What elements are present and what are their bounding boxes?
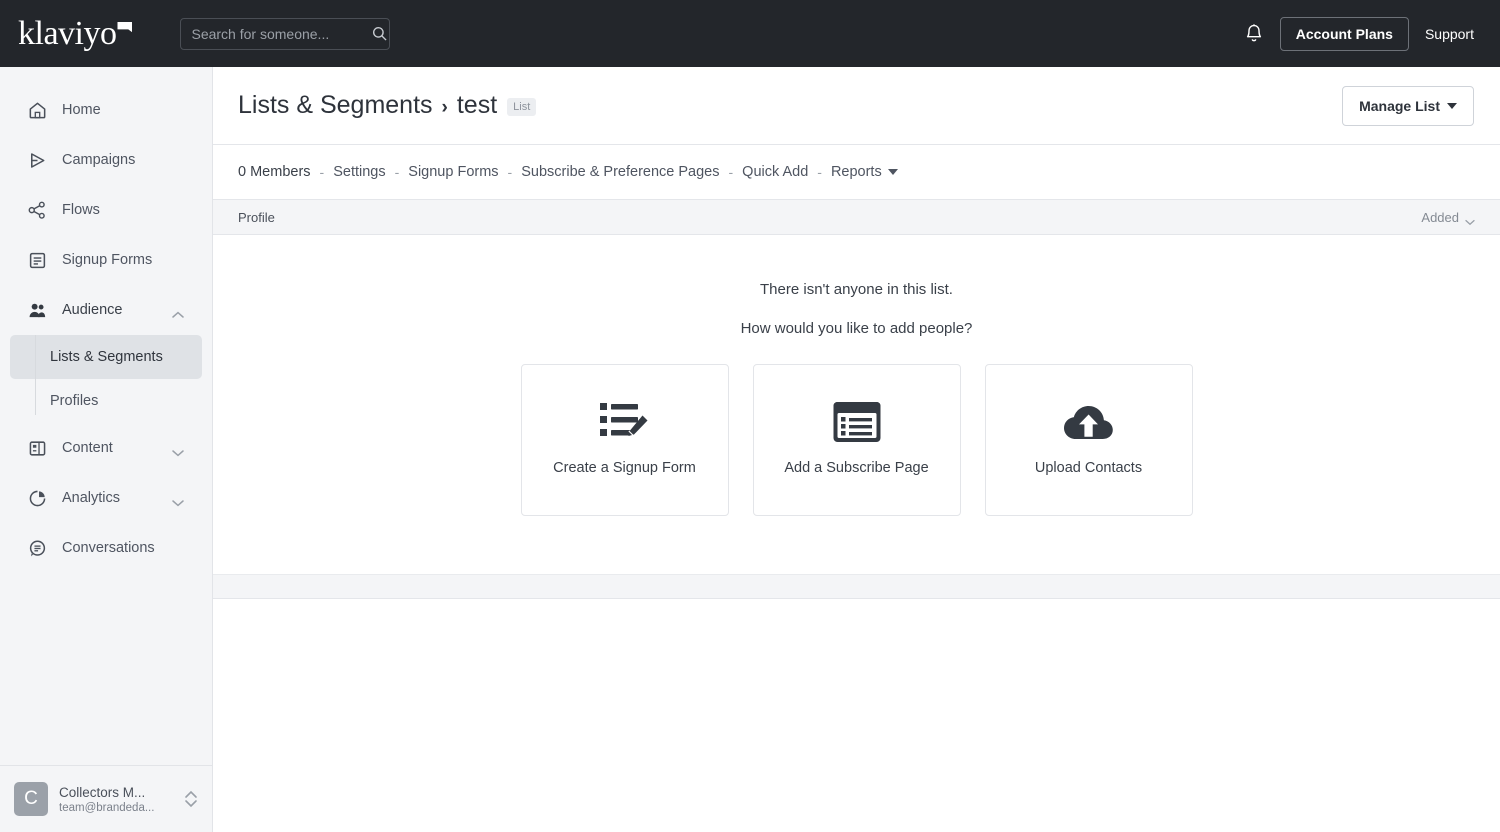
card-label: Add a Subscribe Page xyxy=(784,460,929,476)
sidebar-item-flows[interactable]: Flows xyxy=(0,185,212,235)
notification-bell-icon[interactable] xyxy=(1244,23,1264,45)
tab-separator: - xyxy=(319,164,325,180)
sidebar-item-lists-segments[interactable]: Lists & Segments xyxy=(10,335,202,379)
sidebar-item-home[interactable]: Home xyxy=(0,85,212,135)
search-icon xyxy=(372,26,388,41)
sidebar-item-campaigns[interactable]: Campaigns xyxy=(0,135,212,185)
campaigns-send-icon xyxy=(26,149,48,171)
analytics-pie-icon xyxy=(26,487,48,509)
tab-separator: - xyxy=(394,164,400,180)
cloud-upload-icon xyxy=(1061,398,1117,446)
sidebar-item-label: Home xyxy=(62,102,101,118)
card-label: Upload Contacts xyxy=(1034,460,1143,476)
add-people-options: Create a Signup Form Add a Subscribe Pag… xyxy=(520,364,1193,516)
create-signup-form-card[interactable]: Create a Signup Form xyxy=(520,364,729,516)
browser-window-list-icon xyxy=(832,398,882,446)
logo-flag-icon xyxy=(117,21,133,33)
sidebar-nav: Home Campaigns Flows Signup Forms Audien… xyxy=(0,67,212,573)
status-badge: List xyxy=(507,98,537,116)
topbar-actions: Account Plans Support xyxy=(1244,16,1480,51)
breadcrumb: Lists & Segments › test List xyxy=(238,91,537,120)
account-switcher[interactable]: C Collectors M... team@brandeda... xyxy=(0,765,212,832)
empty-state: There isn't anyone in this list. How wou… xyxy=(213,235,1500,575)
tab-reports-label: Reports xyxy=(830,164,882,180)
sidebar-item-label: Audience xyxy=(62,302,123,318)
sidebar-item-analytics[interactable]: Analytics xyxy=(0,473,212,523)
table-footer-bar xyxy=(213,575,1500,599)
empty-state-headline: There isn't anyone in this list. xyxy=(760,281,953,298)
manage-list-label: Manage List xyxy=(1359,97,1440,114)
manage-list-button[interactable]: Manage List xyxy=(1342,85,1474,126)
sidebar-subitem-label: Lists & Segments xyxy=(50,349,163,365)
column-header-profile: Profile xyxy=(238,209,275,225)
main-content: Lists & Segments › test List Manage List… xyxy=(213,67,1500,832)
account-name: Collectors M... xyxy=(59,784,146,800)
chevron-down-icon[interactable] xyxy=(172,444,184,457)
breadcrumb-separator-icon: › xyxy=(441,97,448,118)
logo-wordmark: klaviyo xyxy=(18,14,117,52)
tab-members[interactable]: 0 Members xyxy=(238,164,311,180)
sidebar-item-label: Conversations xyxy=(62,540,155,556)
sidebar-item-label: Flows xyxy=(62,202,100,218)
breadcrumb-parent[interactable]: Lists & Segments xyxy=(238,91,433,120)
tab-reports[interactable]: Reports xyxy=(831,164,898,180)
table-header: Profile Added xyxy=(213,199,1500,235)
account-email: team@brandeda... xyxy=(59,801,155,814)
search-input[interactable] xyxy=(191,25,373,42)
conversations-chat-icon xyxy=(26,537,48,559)
sidebar-item-label: Content xyxy=(62,440,113,456)
up-down-chevron-icon[interactable] xyxy=(184,788,198,810)
caret-down-icon xyxy=(1447,102,1457,109)
upload-contacts-card[interactable]: Upload Contacts xyxy=(984,364,1193,516)
audience-people-icon xyxy=(26,299,48,321)
sidebar-item-signup-forms[interactable]: Signup Forms xyxy=(0,235,212,285)
tab-separator: - xyxy=(817,164,822,180)
chevron-down-icon xyxy=(1465,214,1475,225)
sidebar-item-content[interactable]: Content xyxy=(0,423,212,473)
list-tabs: 0 Members - Settings - Signup Forms - Su… xyxy=(213,145,1500,199)
avatar: C xyxy=(14,782,48,816)
klaviyo-logo[interactable]: klaviyo xyxy=(18,14,133,52)
page-header: Lists & Segments › test List Manage List xyxy=(213,67,1500,145)
card-label: Create a Signup Form xyxy=(553,460,696,476)
tab-signup-forms[interactable]: Signup Forms xyxy=(408,164,498,180)
top-navigation-bar: klaviyo Account Plans Support xyxy=(0,0,1500,67)
sidebar-item-label: Campaigns xyxy=(62,152,136,168)
sidebar-item-conversations[interactable]: Conversations xyxy=(0,523,212,573)
tab-separator: - xyxy=(728,164,734,180)
chevron-up-icon[interactable] xyxy=(172,306,184,318)
account-text: Collectors M... team@brandeda... xyxy=(59,785,154,814)
caret-down-icon xyxy=(887,169,898,176)
sidebar-item-label: Analytics xyxy=(62,490,121,506)
sidebar: Home Campaigns Flows Signup Forms Audien… xyxy=(0,67,213,832)
chevron-down-icon[interactable] xyxy=(172,494,184,507)
support-link[interactable]: Support xyxy=(1425,26,1480,42)
home-icon xyxy=(26,99,48,121)
audience-subnav: Lists & Segments Profiles xyxy=(0,335,212,423)
tab-separator: - xyxy=(507,164,513,180)
content-icon xyxy=(26,437,48,459)
signup-forms-icon xyxy=(26,249,48,271)
tab-settings[interactable]: Settings xyxy=(333,164,385,180)
tab-subscribe-preference-pages[interactable]: Subscribe & Preference Pages xyxy=(521,164,719,180)
empty-state-subhead: How would you like to add people? xyxy=(740,320,973,337)
flows-share-icon xyxy=(26,199,48,221)
sidebar-item-audience[interactable]: Audience xyxy=(0,285,212,335)
tab-quick-add[interactable]: Quick Add xyxy=(742,164,808,180)
account-plans-button[interactable]: Account Plans xyxy=(1279,16,1409,51)
column-header-added[interactable]: Added xyxy=(1421,210,1475,225)
sidebar-subitem-label: Profiles xyxy=(50,393,99,409)
page-title: test xyxy=(456,91,498,119)
sidebar-item-profiles[interactable]: Profiles xyxy=(10,379,202,423)
list-edit-icon xyxy=(598,398,652,446)
global-search[interactable] xyxy=(180,17,391,50)
column-header-added-label: Added xyxy=(1421,209,1459,225)
add-subscribe-page-card[interactable]: Add a Subscribe Page xyxy=(752,364,961,516)
sidebar-item-label: Signup Forms xyxy=(62,252,153,268)
